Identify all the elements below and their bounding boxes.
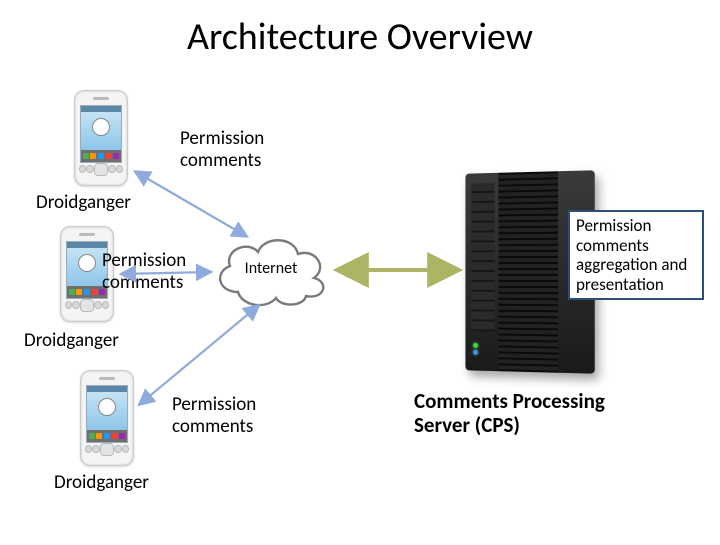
arrow1-label: Permission comments xyxy=(180,128,264,172)
phone1-label: Droidganger xyxy=(36,192,131,214)
cloud-icon: Internet xyxy=(208,228,334,310)
cloud-label: Internet xyxy=(208,259,334,278)
server-name: Comments Processing Server (CPS) xyxy=(414,389,664,437)
phone3-label: Droidganger xyxy=(54,472,149,494)
phone-icon xyxy=(80,370,134,466)
server-caption: Permission comments aggregation and pres… xyxy=(568,210,704,300)
phone-icon xyxy=(74,90,128,186)
phone2-label: Droidganger xyxy=(24,330,119,352)
arrow2-label: Permission comments xyxy=(102,250,186,294)
arrow3-label: Permission comments xyxy=(172,394,256,438)
page-title: Architecture Overview xyxy=(0,14,720,60)
